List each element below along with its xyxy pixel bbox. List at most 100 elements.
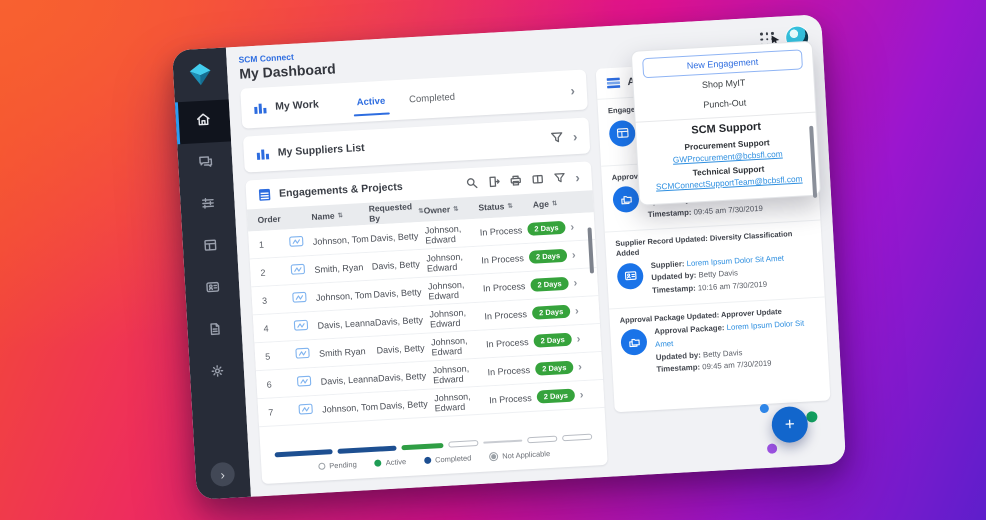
- sliders-icon: [200, 195, 216, 216]
- spreadsheet-icon: [258, 187, 272, 202]
- pending-dot-icon: [318, 462, 326, 470]
- my-suppliers-title: My Suppliers List: [277, 141, 365, 159]
- legend-completed: Completed: [423, 453, 472, 465]
- chevron-right-icon: ›: [574, 304, 580, 317]
- age-badge: 2 Days: [528, 248, 568, 264]
- add-button[interactable]: +: [770, 405, 809, 444]
- columns-icon[interactable]: [531, 173, 544, 186]
- column-status[interactable]: Status ⇅: [478, 200, 521, 212]
- feed-icon: [606, 77, 621, 90]
- main-area: SCM Connect My Dashboard My Work Active …: [225, 14, 847, 497]
- sidebar-item-tables[interactable]: [182, 225, 238, 270]
- chat-icon: [197, 153, 213, 174]
- chevron-right-icon[interactable]: ›: [573, 129, 578, 144]
- title-block: SCM Connect My Dashboard: [238, 49, 336, 82]
- print-icon[interactable]: [509, 174, 522, 187]
- export-icon[interactable]: [487, 175, 500, 188]
- suppliers-actions: ›: [550, 129, 578, 145]
- status-stepper: Pending Active Completed Not Applicable: [260, 425, 607, 474]
- sidebar-item-documents[interactable]: [187, 309, 243, 354]
- menu-scrollbar[interactable]: [809, 125, 818, 198]
- sort-icon: ⇅: [551, 199, 558, 208]
- chevron-right-icon[interactable]: ›: [570, 83, 575, 98]
- app-launcher-menu: New Engagement Shop MyIT Punch-Out SCM S…: [630, 40, 822, 206]
- filter-icon[interactable]: [550, 130, 564, 144]
- mini-dot-green[interactable]: [806, 411, 818, 423]
- age-badge: 2 Days: [531, 304, 571, 320]
- dashboard-window: › SCM Connect My Dashboard My Work Activ…: [171, 14, 847, 500]
- column-requested-by[interactable]: Requested By ⇅: [368, 201, 424, 223]
- fab-area: +: [615, 400, 834, 464]
- stepper-segment-completed: [274, 448, 333, 457]
- folder-badge-icon: [612, 186, 640, 214]
- chevron-right-icon: ›: [577, 360, 583, 373]
- engagements-card: Engagements & Projects › Order Name ⇅ Re…: [245, 161, 608, 485]
- chevron-right-icon: ›: [571, 248, 576, 261]
- app-logo-icon[interactable]: [184, 58, 216, 90]
- stepper-segment-active: [400, 442, 444, 450]
- chevron-right-icon: ›: [573, 276, 578, 289]
- chevron-right-icon: ›: [570, 220, 575, 234]
- chevron-right-icon: ›: [579, 388, 584, 401]
- contact-card-icon: [204, 279, 220, 300]
- my-work-title: My Work: [274, 98, 320, 113]
- stepper-segment-not-applicable: [482, 439, 523, 444]
- legend-pending: Pending: [318, 460, 357, 471]
- table-icon: [202, 237, 218, 258]
- engagement-card-icon: [293, 319, 318, 333]
- legend-not-applicable: Not Applicable: [489, 449, 550, 462]
- column-age[interactable]: Age ⇅: [533, 198, 558, 210]
- not-applicable-dot-icon: [489, 451, 499, 462]
- mini-dot-blue[interactable]: [759, 403, 770, 414]
- sidebar-item-lists[interactable]: [180, 183, 236, 228]
- id-card-badge-icon: [616, 262, 644, 290]
- filter-icon[interactable]: [553, 172, 566, 185]
- home-icon: [195, 111, 211, 132]
- legend-active: Active: [374, 457, 406, 468]
- mini-dot-purple[interactable]: [766, 443, 778, 454]
- page-background: › SCM Connect My Dashboard My Work Activ…: [0, 0, 986, 520]
- engagement-card-icon: [288, 235, 313, 249]
- column-order[interactable]: Order: [257, 212, 311, 225]
- active-dot-icon: [374, 459, 382, 467]
- stepper-segment-pending: [448, 440, 479, 448]
- stepper-segment-pending: [562, 433, 593, 442]
- table-body: 1 Johnson, Tom Davis, Betty Johnson, Edw…: [248, 212, 605, 428]
- age-badge: 2 Days: [533, 332, 573, 348]
- sort-icon: ⇅: [337, 211, 344, 220]
- tab-active[interactable]: Active: [356, 81, 387, 123]
- document-icon: [207, 321, 223, 342]
- folder-badge-icon: [620, 328, 648, 357]
- age-badge: 2 Days: [527, 220, 566, 236]
- engagements-title: Engagements & Projects: [278, 180, 403, 200]
- tab-completed[interactable]: Completed: [408, 77, 456, 120]
- search-icon[interactable]: [465, 177, 478, 190]
- plus-icon: +: [784, 414, 796, 434]
- age-badge: 2 Days: [534, 360, 574, 376]
- engagement-card-icon: [290, 263, 315, 277]
- chevron-right-icon[interactable]: ›: [575, 169, 580, 184]
- column-name[interactable]: Name ⇅: [311, 209, 369, 222]
- stepper-segment-pending: [527, 435, 558, 444]
- sidebar-item-messages[interactable]: [177, 141, 233, 186]
- sort-icon: ⇅: [452, 204, 459, 214]
- activity-entry[interactable]: Supplier Record Updated: Diversity Class…: [604, 220, 825, 310]
- age-badge: 2 Days: [530, 276, 569, 292]
- column-owner[interactable]: Owner ⇅: [423, 203, 478, 215]
- chevron-right-icon: ›: [576, 332, 581, 345]
- engagement-card-icon: [296, 375, 321, 389]
- sort-icon: ⇅: [507, 201, 514, 211]
- activity-entry[interactable]: Approval Package Updated: Approver Updat…: [609, 297, 829, 387]
- table-badge-icon: [608, 119, 636, 147]
- sidebar-expand-button[interactable]: ›: [210, 461, 236, 487]
- stepper-segment-completed: [337, 445, 397, 454]
- chevron-right-icon: ›: [220, 466, 226, 482]
- engagement-card-icon: [298, 403, 323, 417]
- sidebar-item-settings[interactable]: [189, 351, 245, 396]
- gear-icon: [209, 363, 225, 384]
- sidebar-item-home[interactable]: [174, 99, 232, 145]
- age-badge: 2 Days: [536, 388, 576, 404]
- engagement-card-icon: [295, 347, 320, 361]
- sidebar-item-contacts[interactable]: [184, 267, 240, 312]
- left-column: My Work Active Completed › My Suppliers …: [240, 69, 608, 485]
